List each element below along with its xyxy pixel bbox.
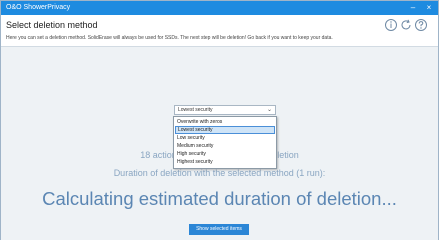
option-medium-security[interactable]: Medium security (175, 142, 275, 150)
close-button[interactable]: × (422, 2, 436, 14)
selected-method: Lowest security (178, 107, 213, 113)
option-overwrite-zeros[interactable]: Overwrite with zeros (175, 118, 275, 126)
deletion-method-select[interactable]: Lowest security ⌄ (174, 105, 276, 115)
page-description: Here you can set a deletion method. Soli… (6, 35, 333, 41)
option-high-security[interactable]: High security (175, 150, 275, 158)
page-header: Select deletion method Here you can set … (1, 15, 438, 47)
chevron-down-icon: ⌄ (266, 107, 272, 113)
refresh-icon[interactable] (399, 18, 413, 32)
option-highest-security[interactable]: Highest security (175, 158, 275, 166)
option-low-security[interactable]: Low security (175, 134, 275, 142)
app-window: O&O ShowerPrivacy – × Select deletion me… (0, 0, 439, 240)
title-bar[interactable]: O&O ShowerPrivacy – × (1, 1, 438, 15)
show-selected-items-button[interactable]: Show selected items (189, 224, 249, 235)
calculating-status: Calculating estimated duration of deleti… (42, 188, 397, 209)
help-icon[interactable] (384, 18, 398, 32)
option-lowest-security[interactable]: Lowest security (175, 126, 275, 134)
question-icon[interactable] (414, 18, 428, 32)
duration-label: Duration of deletion with the selected m… (113, 168, 326, 178)
deletion-method-options: Overwrite with zeros Lowest security Low… (173, 116, 277, 169)
minimize-button[interactable]: – (406, 2, 420, 14)
window-title: O&O ShowerPrivacy (6, 4, 71, 11)
page-title: Select deletion method (6, 20, 98, 30)
